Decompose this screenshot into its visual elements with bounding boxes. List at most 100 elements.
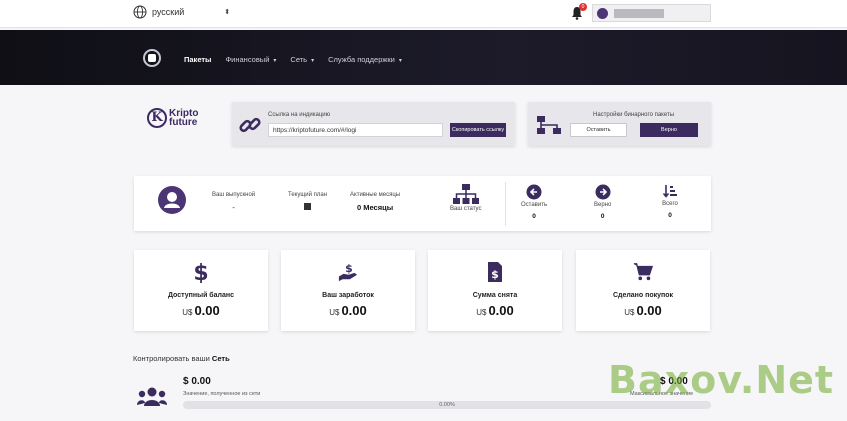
card-title: Доступный баланс — [167, 292, 234, 299]
total-stat: Всего 0 — [662, 183, 678, 219]
graduate-value: - — [232, 203, 235, 212]
plan-badge — [304, 203, 312, 210]
currency-label: U$ — [624, 308, 635, 317]
receipt-icon: $ — [488, 262, 502, 282]
svg-text:$: $ — [491, 268, 499, 281]
months-value: 0 Месяцы — [356, 203, 394, 212]
right-value: 0 — [600, 213, 605, 220]
card-amount: U$ 0.00 — [576, 303, 710, 318]
binary-right-button[interactable]: Верно — [640, 123, 698, 137]
brand-k-icon: K — [147, 108, 167, 128]
hierarchy-icon — [537, 116, 561, 134]
nav-item-label: Пакеты — [184, 55, 212, 64]
caret-down-icon: ▾ — [398, 58, 402, 64]
left-stat: Оставить 0 — [521, 184, 547, 220]
binary-settings-panel: Настройки бинарного пакеты Оставить Верн… — [528, 102, 711, 146]
earnings-card: $ Ваш заработок U$ 0.00 — [281, 250, 415, 331]
plan-label: Текущий план — [288, 192, 328, 198]
main-navbar: Пакеты Финансовый ▾ Сеть ▾ Служба поддержк… — [0, 30, 847, 85]
card-title: Сделано покупок — [612, 292, 674, 299]
logo-icon[interactable] — [143, 49, 161, 67]
network-heading-bold: Сеть — [211, 354, 230, 363]
referral-label: Ссылка на индикацию — [268, 112, 331, 118]
network-value-caption: Значение, полученное из сети — [183, 391, 261, 397]
purchases-card: Сделано покупок U$ 0.00 — [576, 250, 710, 331]
user-avatar-icon — [597, 7, 608, 19]
graduate-stat: Ваш выпускной - — [212, 192, 255, 212]
amount-value: 0.00 — [194, 303, 220, 318]
currency-label: U$ — [476, 308, 487, 317]
total-value: 0 — [668, 212, 672, 219]
available-balance-card: $ Доступный баланс U$ 0.00 — [134, 250, 268, 331]
hand-dollar-icon: $ — [338, 262, 358, 282]
top-bar: русский ⬍ 0 — [0, 0, 847, 28]
right-label: Верно — [594, 202, 612, 208]
currency-label: U$ — [182, 308, 193, 317]
months-label: Активные месяцы — [350, 192, 401, 198]
binary-label: Настройки бинарного пакеты — [593, 112, 675, 118]
left-value: 0 — [532, 213, 536, 220]
right-stat: Верно 0 — [594, 184, 611, 220]
card-title: Сумма снята — [472, 292, 518, 299]
total-label: Всего — [662, 201, 678, 207]
user-avatar-icon — [158, 186, 186, 214]
profile-stats-panel: Ваш выпускной - Текущий план Активные ме… — [134, 176, 711, 231]
card-amount: U$ 0.00 — [281, 303, 415, 318]
referral-panel: Ссылка на индикацию https://kriptofuture… — [232, 102, 515, 146]
nav-item-support[interactable]: Служба поддержки ▾ — [328, 55, 402, 64]
referral-link-field[interactable]: https://kriptofuture.com/#/logi — [268, 123, 443, 137]
card-amount: U$ 0.00 — [428, 303, 562, 318]
progress-text: 0.00% — [439, 402, 455, 408]
amount-value: 0.00 — [636, 303, 662, 318]
sort-amount-icon — [662, 185, 677, 198]
arrow-right-circle-icon — [595, 184, 611, 200]
language-label: русский — [152, 7, 185, 17]
amount-value: 0.00 — [488, 303, 514, 318]
users-group-icon — [137, 387, 167, 406]
amount-value: 0.00 — [341, 303, 367, 318]
language-selector[interactable]: русский ⬍ — [133, 5, 230, 19]
nav-menu: Пакеты Финансовый ▾ Сеть ▾ Служба поддержк… — [184, 55, 402, 64]
graduate-label: Ваш выпускной — [212, 192, 256, 198]
network-value: $ 0.00 — [183, 376, 211, 387]
svg-text:$: $ — [193, 261, 208, 283]
notification-bell[interactable]: 0 — [571, 3, 587, 20]
network-heading-prefix: Контролировать ваши — [133, 354, 210, 363]
brand-words: Kripto future — [169, 109, 198, 128]
link-icon — [239, 117, 261, 133]
nav-item-label: Финансовый — [225, 55, 270, 64]
months-stat: Активные месяцы 0 Месяцы — [350, 192, 400, 212]
updown-arrow-icon: ⬍ — [224, 9, 231, 16]
nav-item-packages[interactable]: Пакеты — [184, 55, 211, 64]
cart-icon — [633, 263, 653, 281]
divider — [505, 182, 506, 226]
watermark: Baxov.Net — [608, 358, 835, 402]
caret-down-icon: ▾ — [311, 58, 315, 64]
username-redacted — [614, 8, 664, 18]
brand-logo: K Kripto future — [147, 108, 198, 128]
svg-text:$: $ — [345, 262, 353, 275]
binary-left-button[interactable]: Оставить — [570, 123, 627, 137]
user-silhouette-icon — [164, 192, 180, 208]
copy-link-button[interactable]: Скопировать ссылку — [450, 123, 506, 137]
nav-item-financial[interactable]: Финансовый ▾ — [225, 55, 276, 64]
card-amount: U$ 0.00 — [134, 303, 268, 318]
currency-label: U$ — [329, 308, 340, 317]
status-stat[interactable]: Ваш статус — [450, 184, 481, 212]
withdrawn-card: $ Сумма снята U$ 0.00 — [428, 250, 562, 331]
nav-item-label: Сеть — [290, 55, 308, 64]
nav-item-label: Служба поддержки — [328, 55, 395, 64]
network-heading: Контролировать ваши Сеть — [133, 354, 230, 363]
nav-item-network[interactable]: Сеть ▾ — [290, 55, 314, 64]
network-progress-bar: 0.00% — [183, 401, 711, 409]
caret-down-icon: ▾ — [273, 58, 277, 64]
notification-badge: 0 — [579, 3, 587, 11]
plan-stat: Текущий план — [288, 192, 327, 212]
status-label: Ваш статус — [450, 206, 482, 212]
dollar-icon: $ — [193, 261, 208, 283]
user-menu[interactable] — [592, 4, 711, 22]
arrow-left-circle-icon — [526, 184, 542, 200]
org-chart-icon — [452, 184, 479, 204]
globe-icon — [133, 5, 147, 19]
left-label: Оставить — [521, 202, 548, 208]
